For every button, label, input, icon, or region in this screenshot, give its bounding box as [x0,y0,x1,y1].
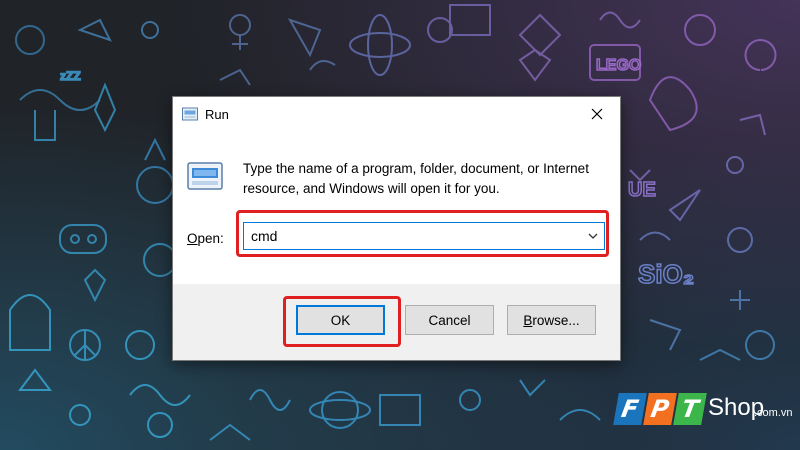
title-bar[interactable]: Run [173,97,620,131]
fpt-shop-logo: F P T Shop .com.vn [613,385,794,431]
open-field-highlight [236,210,609,257]
open-label: Open: [187,231,224,246]
svg-text:zZZ: zZZ [60,69,81,83]
logo-letter-f: F [613,393,647,425]
dialog-description: Type the name of a program, folder, docu… [243,161,589,196]
logo-letter-p: P [643,393,677,425]
dialog-title: Run [205,107,229,122]
cancel-button[interactable]: Cancel [405,305,494,335]
logo-letter-t: T [673,393,707,425]
logo-domain-text: .com.vn [754,407,793,419]
browse-button[interactable]: Browse... [507,305,596,335]
svg-text:LEGO: LEGO [596,57,641,74]
run-program-icon [187,162,223,190]
run-app-icon [182,107,198,121]
svg-text:SiO₂: SiO₂ [638,259,694,289]
svg-text:UE: UE [628,179,656,201]
close-button[interactable] [574,97,620,131]
ok-button-highlight [283,296,401,347]
close-icon [591,108,603,120]
